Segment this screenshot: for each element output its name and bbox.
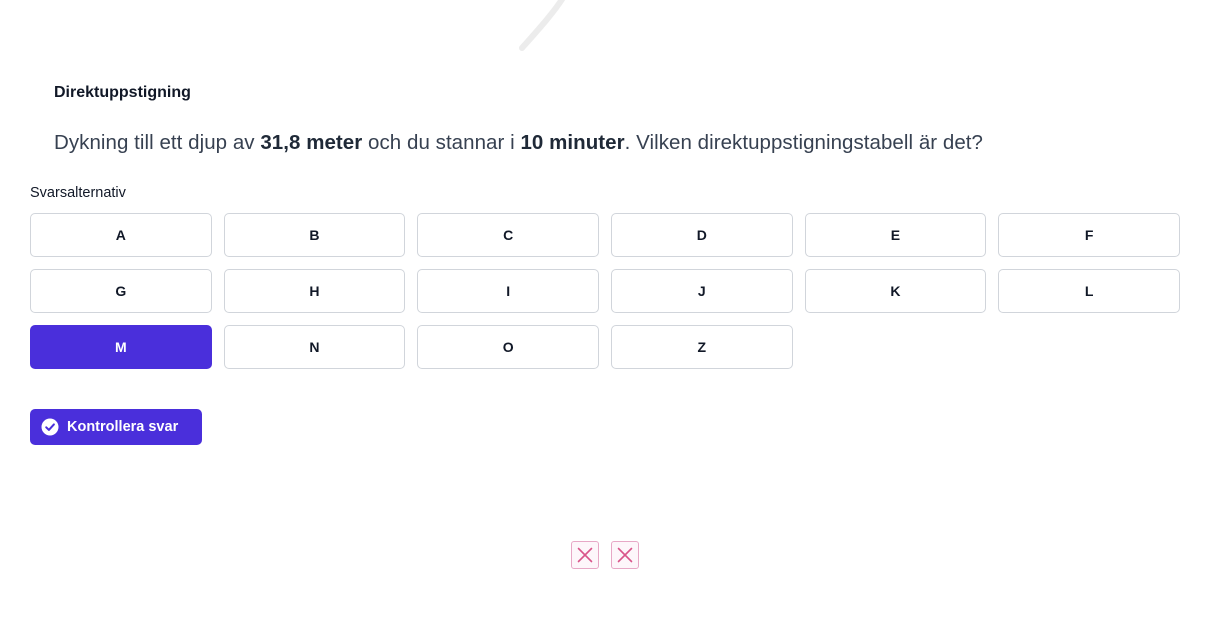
answer-option-n[interactable]: N <box>223 325 406 369</box>
answer-option-a[interactable]: A <box>30 213 212 257</box>
answer-options-grid: A B C D E F G H I J K L M N O Z <box>30 213 1180 369</box>
question-text: Dykning till ett djup av 31,8 meter och … <box>54 131 983 155</box>
check-circle-icon <box>41 418 59 436</box>
check-answer-label: Kontrollera svar <box>67 419 179 435</box>
question-part-1: Dykning till ett djup av <box>54 131 261 154</box>
wrong-mark-1 <box>571 541 599 569</box>
card-title: Direktuppstigning <box>54 84 191 101</box>
question-time: 10 minuter <box>520 131 625 154</box>
x-icon <box>617 547 633 563</box>
answer-status-marks <box>571 541 639 569</box>
answer-option-m[interactable]: M <box>30 325 212 369</box>
answer-option-l[interactable]: L <box>998 269 1180 313</box>
answer-option-f[interactable]: F <box>998 213 1180 257</box>
answer-option-e[interactable]: E <box>804 213 987 257</box>
check-answer-button[interactable]: Kontrollera svar <box>30 409 202 445</box>
answer-option-k[interactable]: K <box>804 269 987 313</box>
answer-option-i[interactable]: I <box>417 269 599 313</box>
answer-option-j[interactable]: J <box>610 269 793 313</box>
answer-option-c[interactable]: C <box>417 213 599 257</box>
question-depth: 31,8 meter <box>260 131 363 154</box>
question-part-3: . Vilken direktuppstigningstabell är det… <box>624 131 984 154</box>
answer-option-b[interactable]: B <box>223 213 406 257</box>
answer-option-z[interactable]: Z <box>610 325 793 369</box>
question-part-2: och du stannar i <box>362 131 521 154</box>
wrong-mark-2 <box>611 541 639 569</box>
x-icon <box>577 547 593 563</box>
answer-option-h[interactable]: H <box>223 269 406 313</box>
decorative-stroke <box>519 0 566 51</box>
answer-option-d[interactable]: D <box>610 213 793 257</box>
answers-label: Svarsalternativ <box>30 185 126 201</box>
quiz-page: Direktuppstigning Dykning till ett djup … <box>0 0 1212 638</box>
answer-option-g[interactable]: G <box>30 269 212 313</box>
answer-option-o[interactable]: O <box>417 325 599 369</box>
